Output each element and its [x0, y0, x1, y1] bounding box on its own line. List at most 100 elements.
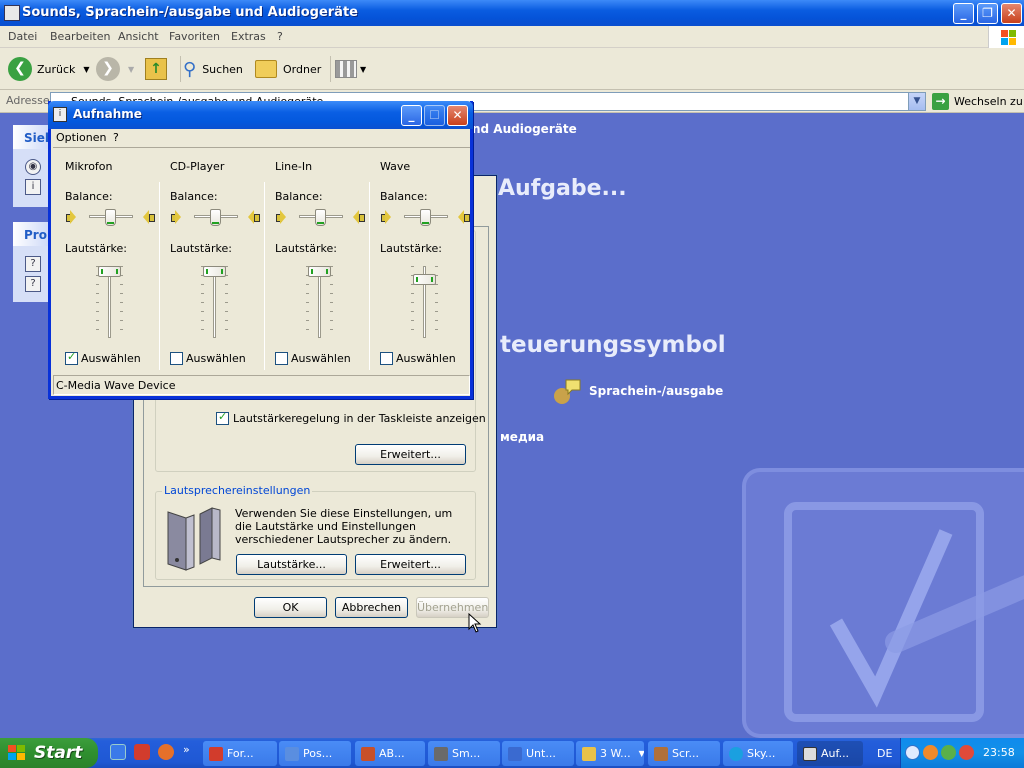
info-icon[interactable]: i: [25, 179, 41, 195]
explorer-title-bar[interactable]: Sounds, Sprachein-/ausgabe und Audiogerä…: [0, 0, 1024, 26]
volume-slider[interactable]: [98, 266, 121, 277]
menu-help[interactable]: ?: [277, 30, 283, 43]
link-media[interactable]: медиа: [500, 430, 544, 444]
tick-marks: [120, 266, 123, 338]
balance-label: Balance:: [380, 190, 428, 203]
tray-app-icon[interactable]: [959, 745, 974, 760]
folders-label: Ordner: [283, 62, 322, 76]
select-checkbox[interactable]: Auswählen: [275, 352, 351, 365]
select-label: Auswählen: [396, 352, 456, 365]
speaker-right-icon: [246, 210, 260, 224]
back-button[interactable]: ❮ Zurück ▼: [8, 56, 90, 82]
help-icon[interactable]: ?: [25, 256, 41, 272]
speaker-left-icon: [381, 210, 393, 224]
up-folder-button[interactable]: ↑: [145, 56, 167, 82]
menu-help[interactable]: ?: [113, 131, 119, 144]
tray-app-icon[interactable]: [923, 745, 938, 760]
minimize-button[interactable]: _: [953, 3, 974, 24]
help-icon[interactable]: ?: [25, 276, 41, 292]
checkbox[interactable]: [170, 352, 183, 365]
more-icon[interactable]: »: [183, 743, 190, 756]
go-label: Wechseln zu: [954, 95, 1023, 108]
taskbar-button[interactable]: AB...: [355, 741, 425, 766]
task-label: Unt...: [526, 747, 556, 760]
menu-tools[interactable]: Extras: [231, 30, 266, 43]
taskbar-button[interactable]: Sm...: [428, 741, 500, 766]
link-speech[interactable]: Sprachein-/ausgabe: [589, 384, 723, 398]
speaker-left-icon: [66, 210, 78, 224]
mouse-pointer-icon: [468, 612, 482, 633]
chevron-down-icon[interactable]: ▼: [908, 93, 925, 110]
speech-icon[interactable]: [552, 376, 582, 406]
checkbox[interactable]: [275, 352, 288, 365]
tray-expand-icon[interactable]: [905, 745, 920, 760]
language-indicator[interactable]: DE: [877, 747, 892, 760]
taskbar: Start » For... Pos... AB... Sm... Unt...…: [0, 738, 1024, 768]
taskbar-button[interactable]: 3 W... ▼: [576, 741, 644, 766]
taskbar-button-active[interactable]: Auf...: [797, 741, 863, 766]
menu-file[interactable]: Datei: [8, 30, 37, 43]
maximize-button[interactable]: ☐: [424, 105, 445, 126]
speaker-right-icon: [141, 210, 155, 224]
search-label: Suchen: [202, 62, 243, 76]
balance-slider[interactable]: [105, 209, 116, 226]
menu-options[interactable]: Optionen: [56, 131, 106, 144]
app-icon: [508, 746, 522, 761]
taskbar-button[interactable]: Scr...: [648, 741, 720, 766]
volume-slider[interactable]: [413, 274, 436, 285]
speaker-left-icon: [171, 210, 183, 224]
folders-button[interactable]: Ordner: [255, 56, 321, 82]
select-checkbox[interactable]: Auswählen: [170, 352, 246, 365]
restore-button[interactable]: ❐: [977, 3, 998, 24]
volume-slider[interactable]: [203, 266, 226, 277]
mixer-title-bar[interactable]: i Aufnahme _ ☐ ✕: [48, 101, 473, 129]
task-label: Pos...: [303, 747, 333, 760]
ok-button[interactable]: OK: [254, 597, 327, 618]
channel-name: Mikrofon: [65, 160, 113, 173]
select-label: Auswählen: [186, 352, 246, 365]
close-button[interactable]: ✕: [447, 105, 468, 126]
quick-launch-icon[interactable]: [134, 744, 150, 760]
taskbar-button[interactable]: Unt...: [502, 741, 574, 766]
checkbox[interactable]: [65, 350, 78, 365]
search-button[interactable]: ⚲ Suchen: [180, 56, 243, 82]
views-icon: [335, 60, 357, 78]
balance-label: Balance:: [65, 190, 113, 203]
balance-slider[interactable]: [420, 209, 431, 226]
menu-view[interactable]: Ansicht: [118, 30, 159, 43]
folder-icon: [4, 5, 20, 21]
views-button[interactable]: ▼: [330, 56, 366, 82]
menu-bar: Datei Bearbeiten Ansicht Favoriten Extra…: [0, 26, 1024, 48]
balance-slider[interactable]: [210, 209, 221, 226]
chevron-down-icon: ▼: [638, 749, 644, 758]
forward-button[interactable]: ❯ ▼: [96, 56, 134, 82]
minimize-button[interactable]: _: [401, 105, 422, 126]
clock[interactable]: 23:58: [983, 746, 1015, 759]
volume-slider[interactable]: [308, 266, 331, 277]
address-label: Adresse: [6, 94, 50, 107]
speaker-icon[interactable]: ◉: [25, 159, 41, 175]
system-tray: 23:58: [900, 738, 1024, 768]
go-arrow-icon: →: [932, 93, 949, 110]
taskbar-button[interactable]: Sky...: [723, 741, 793, 766]
menu-favorites[interactable]: Favoriten: [169, 30, 220, 43]
search-icon: ⚲: [183, 58, 197, 80]
go-button[interactable]: → Wechseln zu: [932, 93, 1023, 110]
checkbox[interactable]: [380, 352, 393, 365]
taskbar-button[interactable]: Pos...: [279, 741, 351, 766]
close-button[interactable]: ✕: [1001, 3, 1022, 24]
tray-app-icon[interactable]: [941, 745, 956, 760]
windows-logo-icon: [988, 26, 1024, 48]
start-button[interactable]: Start: [0, 738, 98, 768]
mixer-title: Aufnahme: [73, 107, 142, 121]
balance-slider[interactable]: [315, 209, 326, 226]
quick-launch-icon[interactable]: [110, 744, 126, 760]
cancel-button[interactable]: Abbrechen: [335, 597, 408, 618]
select-checkbox[interactable]: Auswählen: [380, 352, 456, 365]
start-label: Start: [34, 743, 83, 763]
menu-edit[interactable]: Bearbeiten: [50, 30, 110, 43]
taskbar-button[interactable]: For...: [203, 741, 277, 766]
quick-launch-icon[interactable]: [158, 744, 174, 760]
select-checkbox[interactable]: Auswählen: [65, 350, 141, 365]
volume-label: Lautstärke:: [65, 242, 127, 255]
